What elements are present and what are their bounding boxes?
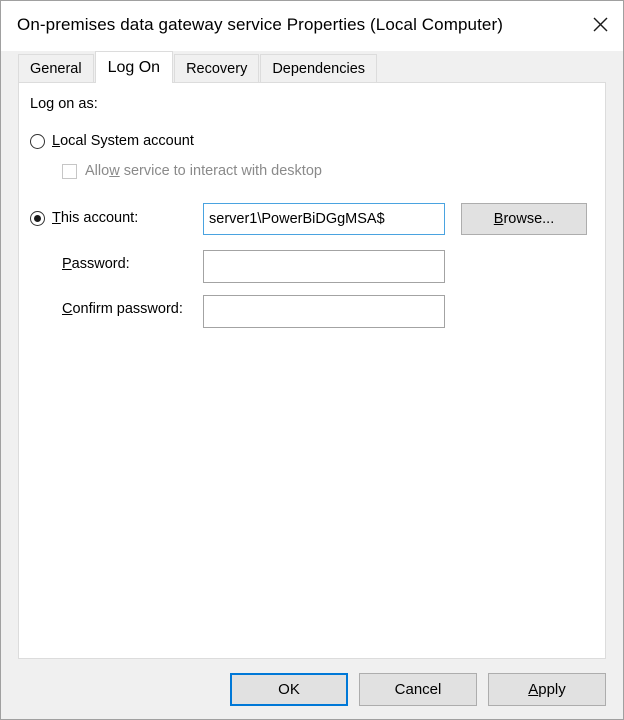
label-pre: Allo <box>85 163 109 179</box>
accelerator-char: P <box>62 256 72 272</box>
label-rest: pply <box>538 681 566 698</box>
radio-local-system-account[interactable]: Local System account <box>30 133 194 149</box>
label-rest: rowse... <box>503 211 554 227</box>
tab-recovery[interactable]: Recovery <box>174 54 259 82</box>
label-rest: onfirm password: <box>72 301 182 317</box>
password-label: Password: <box>62 256 130 272</box>
accelerator-char: A <box>528 681 538 698</box>
close-icon[interactable] <box>577 1 623 47</box>
tab-general[interactable]: General <box>18 54 94 82</box>
ok-button[interactable]: OK <box>230 673 348 706</box>
tab-strip: General Log On Recovery Dependencies <box>1 51 623 82</box>
account-name-input[interactable] <box>203 203 445 235</box>
window-title: On-premises data gateway service Propert… <box>1 1 503 35</box>
radio-this-account[interactable]: This account: <box>30 210 138 226</box>
label-rest: his account: <box>61 210 138 226</box>
accelerator-char: L <box>52 133 60 149</box>
properties-dialog: On-premises data gateway service Propert… <box>0 0 624 720</box>
accelerator-char: B <box>494 211 504 227</box>
radio-label-this-account: This account: <box>52 210 138 226</box>
password-input[interactable] <box>203 250 445 283</box>
checkbox-indicator-allow-desktop <box>62 164 77 179</box>
browse-button[interactable]: Browse... <box>461 203 587 235</box>
accelerator-char: C <box>62 301 72 317</box>
confirm-password-input[interactable] <box>203 295 445 328</box>
radio-indicator-this-account <box>30 211 45 226</box>
label-rest: ocal System account <box>60 133 194 149</box>
accelerator-char: T <box>52 210 61 226</box>
cancel-button[interactable]: Cancel <box>359 673 477 706</box>
accelerator-char: w <box>109 163 119 179</box>
label-rest: assword: <box>72 256 130 272</box>
checkbox-label-allow-desktop: Allow service to interact with desktop <box>85 163 322 179</box>
dialog-footer: OK Cancel Apply <box>1 659 623 719</box>
radio-indicator-local-system <box>30 134 45 149</box>
title-bar: On-premises data gateway service Propert… <box>1 1 623 51</box>
checkbox-allow-desktop-interaction[interactable]: Allow service to interact with desktop <box>62 163 322 179</box>
tab-dependencies[interactable]: Dependencies <box>260 54 377 82</box>
tab-log-on[interactable]: Log On <box>95 51 173 83</box>
log-on-panel: Log on as: Local System account Allow se… <box>18 82 606 659</box>
apply-button[interactable]: Apply <box>488 673 606 706</box>
confirm-password-label: Confirm password: <box>62 301 183 317</box>
label-rest: service to interact with desktop <box>120 163 322 179</box>
log-on-as-label: Log on as: <box>30 96 98 112</box>
radio-label-local-system: Local System account <box>52 133 194 149</box>
